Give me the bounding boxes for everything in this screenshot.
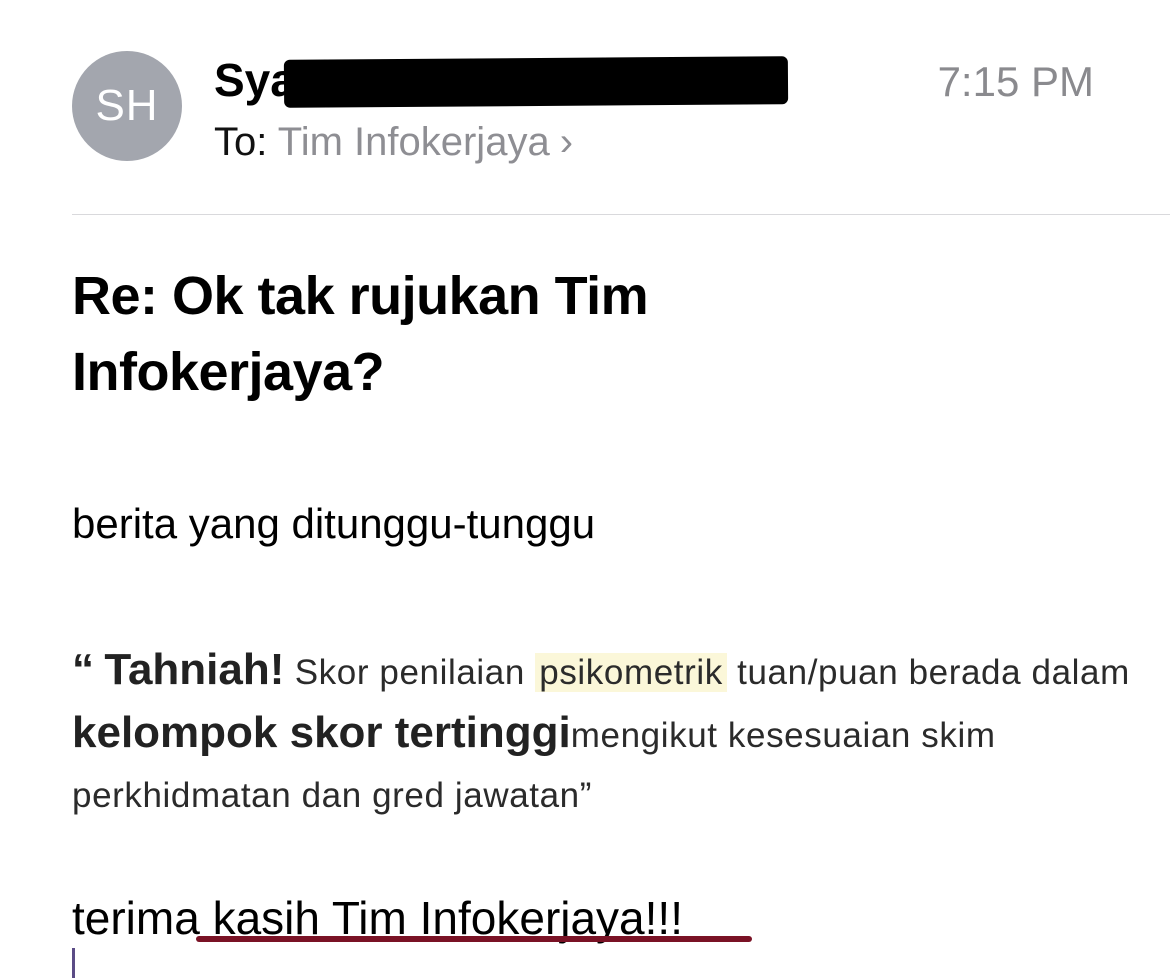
highlighted-word[interactable]: psikometrik (535, 653, 727, 692)
quote-tahniah: Tahniah! (104, 645, 285, 694)
body-line-1: berita yang ditunggu-tunggu (72, 500, 596, 547)
to-label: To: (214, 120, 268, 164)
text-cursor (72, 948, 75, 978)
recipient-name[interactable]: Tim Infokerjaya (278, 120, 550, 164)
chevron-right-icon[interactable]: › (560, 116, 573, 168)
email-subject: Re: Ok tak rujukan Tim Infokerjaya? (72, 266, 649, 402)
header-divider (72, 214, 1170, 215)
avatar-initials: SH (95, 81, 159, 130)
quote-bold-phrase: kelompok skor tertinggi (72, 708, 571, 757)
sender-avatar[interactable]: SH (72, 51, 182, 161)
quoted-message: “ Tahniah! Skor penilaian psikometrik tu… (72, 640, 1132, 826)
message-time: 7:15 PM (937, 58, 1094, 105)
quote-part-1: Skor penilaian (284, 653, 536, 692)
recipient-row[interactable]: To: Tim Infokerjaya › (214, 116, 573, 168)
quote-open-mark: “ (72, 645, 94, 694)
quote-close-mark: ” (579, 776, 592, 815)
annotation-underline (196, 936, 752, 942)
redaction-mark (283, 56, 789, 108)
quote-part-2: tuan/puan berada dalam (726, 653, 1130, 692)
